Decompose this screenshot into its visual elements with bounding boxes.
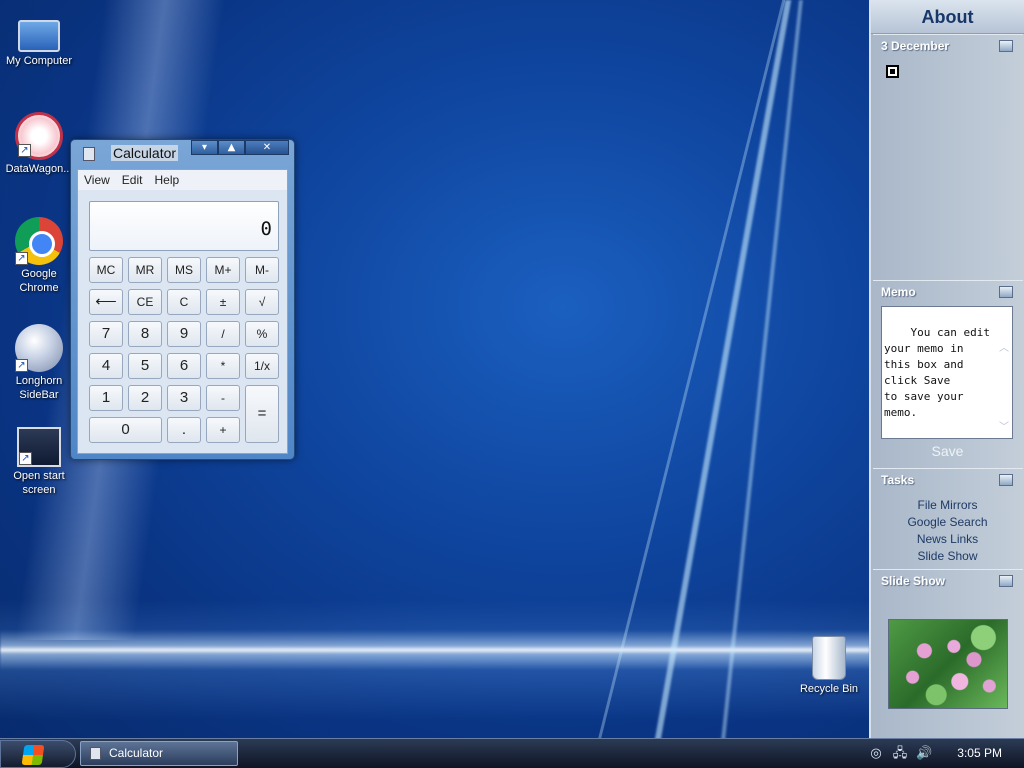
computer-icon — [18, 20, 60, 52]
negate-button[interactable]: ± — [206, 289, 240, 315]
scroll-down-icon[interactable]: ﹀ — [998, 420, 1010, 436]
chrome-icon: ↗ — [15, 217, 63, 265]
divide-button[interactable]: / — [206, 321, 240, 347]
desktop-icon-my-computer[interactable]: My Computer — [1, 14, 77, 68]
task-link-slide-show[interactable]: Slide Show — [871, 548, 1024, 565]
digit-8-button[interactable]: 8 — [128, 321, 162, 347]
desktop-icon-datawagon[interactable]: ↗ DataWagon... — [1, 112, 77, 176]
digit-4-button[interactable]: 4 — [89, 353, 123, 379]
menu-edit[interactable]: Edit — [122, 173, 143, 187]
start-button[interactable] — [0, 740, 76, 768]
slideshow-image[interactable] — [888, 619, 1008, 709]
digit-5-button[interactable]: 5 — [128, 353, 162, 379]
desktop-icon-longhorn-sidebar[interactable]: ↗ Longhorn SideBar — [1, 324, 77, 402]
desktop-icon-google-chrome[interactable]: ↗ Google Chrome — [1, 217, 77, 295]
memory-add-button[interactable]: M+ — [206, 257, 240, 283]
recycle-bin-icon — [812, 636, 846, 680]
windows-logo-icon — [21, 745, 45, 765]
memo-textarea[interactable]: You can edit your memo in this box and c… — [881, 306, 1013, 439]
tasks-settings-icon[interactable] — [999, 474, 1013, 486]
start-screen-icon: ↗ — [17, 427, 61, 467]
longhorn-sidebar-icon: ↗ — [15, 324, 63, 372]
wallpaper-light-streak — [0, 630, 870, 670]
menu-view[interactable]: View — [84, 173, 110, 187]
clock[interactable]: 3:05 PM — [957, 746, 1002, 760]
multiply-button[interactable]: * — [206, 353, 240, 379]
window-title: Calculator — [111, 145, 179, 161]
memo-save-button[interactable]: Save — [871, 443, 1024, 459]
shortcut-arrow-icon: ↗ — [15, 359, 28, 372]
memory-subtract-button[interactable]: M- — [245, 257, 279, 283]
tasks-list: File Mirrors Google Search News Links Sl… — [871, 497, 1024, 565]
memory-store-button[interactable]: MS — [167, 257, 201, 283]
digit-1-button[interactable]: 1 — [89, 385, 123, 411]
percent-button[interactable]: % — [245, 321, 279, 347]
digit-2-button[interactable]: 2 — [128, 385, 162, 411]
desktop-icon-label: Longhorn SideBar — [15, 375, 63, 401]
taskbar: Calculator ◎ 🖧 🔊 3:05 PM — [0, 738, 1024, 768]
backspace-button[interactable]: ⟵ — [89, 289, 123, 315]
add-button[interactable]: + — [206, 417, 240, 443]
calendar-settings-icon[interactable] — [999, 40, 1013, 52]
volume-icon[interactable]: 🔊 — [916, 746, 932, 762]
desktop-icon-label: Recycle Bin — [799, 683, 859, 695]
desktop-icon-label: Open start screen — [13, 470, 65, 496]
clear-entry-button[interactable]: CE — [128, 289, 162, 315]
desktop-icon-label: My Computer — [5, 55, 73, 67]
clear-button[interactable]: C — [167, 289, 201, 315]
subtract-button[interactable]: - — [206, 385, 240, 411]
sidebar-title[interactable]: About — [871, 0, 1024, 34]
memory-recall-button[interactable]: MR — [128, 257, 162, 283]
wallpaper-light-streak — [597, 0, 786, 740]
system-tray: ◎ 🖧 🔊 3:05 PM — [862, 739, 1024, 768]
title-bar[interactable]: Calculator — [77, 144, 187, 164]
calculator-icon — [90, 747, 101, 760]
desktop-icon-label: Google Chrome — [19, 268, 59, 294]
task-link-news-links[interactable]: News Links — [871, 531, 1024, 548]
wallpaper-light-streak — [654, 0, 792, 740]
calculator-window[interactable]: Calculator ▾ ▲ ✕ View Edit Help 0 MC MR … — [70, 139, 295, 460]
digit-0-button[interactable]: 0 — [89, 417, 162, 443]
calculator-display: 0 — [89, 201, 279, 251]
longhorn-sidebar: About 3 December Memo You can edit your … — [869, 0, 1024, 738]
equals-button[interactable]: = — [245, 385, 279, 443]
task-link-google-search[interactable]: Google Search — [871, 514, 1024, 531]
square-root-button[interactable]: √ — [245, 289, 279, 315]
task-link-file-mirrors[interactable]: File Mirrors — [871, 497, 1024, 514]
taskbar-item-calculator[interactable]: Calculator — [80, 741, 238, 766]
reciprocal-button[interactable]: 1/x — [245, 353, 279, 379]
minimize-button[interactable]: ▾ — [191, 140, 218, 155]
memo-settings-icon[interactable] — [999, 286, 1013, 298]
slideshow-settings-icon[interactable] — [999, 575, 1013, 587]
wallpaper-light-streak — [721, 0, 803, 740]
desktop-icon-label: DataWagon... — [5, 163, 73, 175]
digit-7-button[interactable]: 7 — [89, 321, 123, 347]
shortcut-arrow-icon: ↗ — [19, 452, 32, 465]
datawagon-icon: ↗ — [15, 112, 63, 160]
calculator-body: View Edit Help 0 MC MR MS M+ M- ⟵ CE C ±… — [77, 169, 288, 454]
menu-bar: View Edit Help — [78, 170, 287, 190]
memo-text: You can edit your memo in this box and c… — [884, 326, 990, 419]
menu-help[interactable]: Help — [154, 173, 179, 187]
desktop-icon-recycle-bin[interactable]: Recycle Bin — [791, 636, 867, 696]
memo-scrollbar[interactable]: ︿ ﹀ — [998, 309, 1010, 436]
calculator-icon — [83, 147, 95, 161]
maximize-button[interactable]: ▲ — [218, 140, 245, 155]
window-controls: ▾ ▲ ✕ — [191, 140, 289, 156]
digit-3-button[interactable]: 3 — [167, 385, 201, 411]
close-button[interactable]: ✕ — [245, 140, 289, 155]
taskbar-item-label: Calculator — [109, 746, 164, 760]
memory-clear-button[interactable]: MC — [89, 257, 123, 283]
shortcut-arrow-icon: ↗ — [15, 252, 28, 265]
network-icon[interactable]: 🖧 — [892, 746, 908, 762]
calendar-marker-icon[interactable] — [886, 65, 899, 78]
shortcut-arrow-icon: ↗ — [18, 144, 31, 157]
decimal-button[interactable]: . — [167, 417, 201, 443]
digit-6-button[interactable]: 6 — [167, 353, 201, 379]
scroll-up-icon[interactable]: ︿ — [998, 341, 1010, 357]
sidebar-toggle-icon[interactable]: ◎ — [868, 746, 884, 762]
desktop-icon-open-start-screen[interactable]: ↗ Open start screen — [1, 427, 77, 497]
digit-9-button[interactable]: 9 — [167, 321, 201, 347]
wallpaper-glow — [0, 600, 870, 720]
